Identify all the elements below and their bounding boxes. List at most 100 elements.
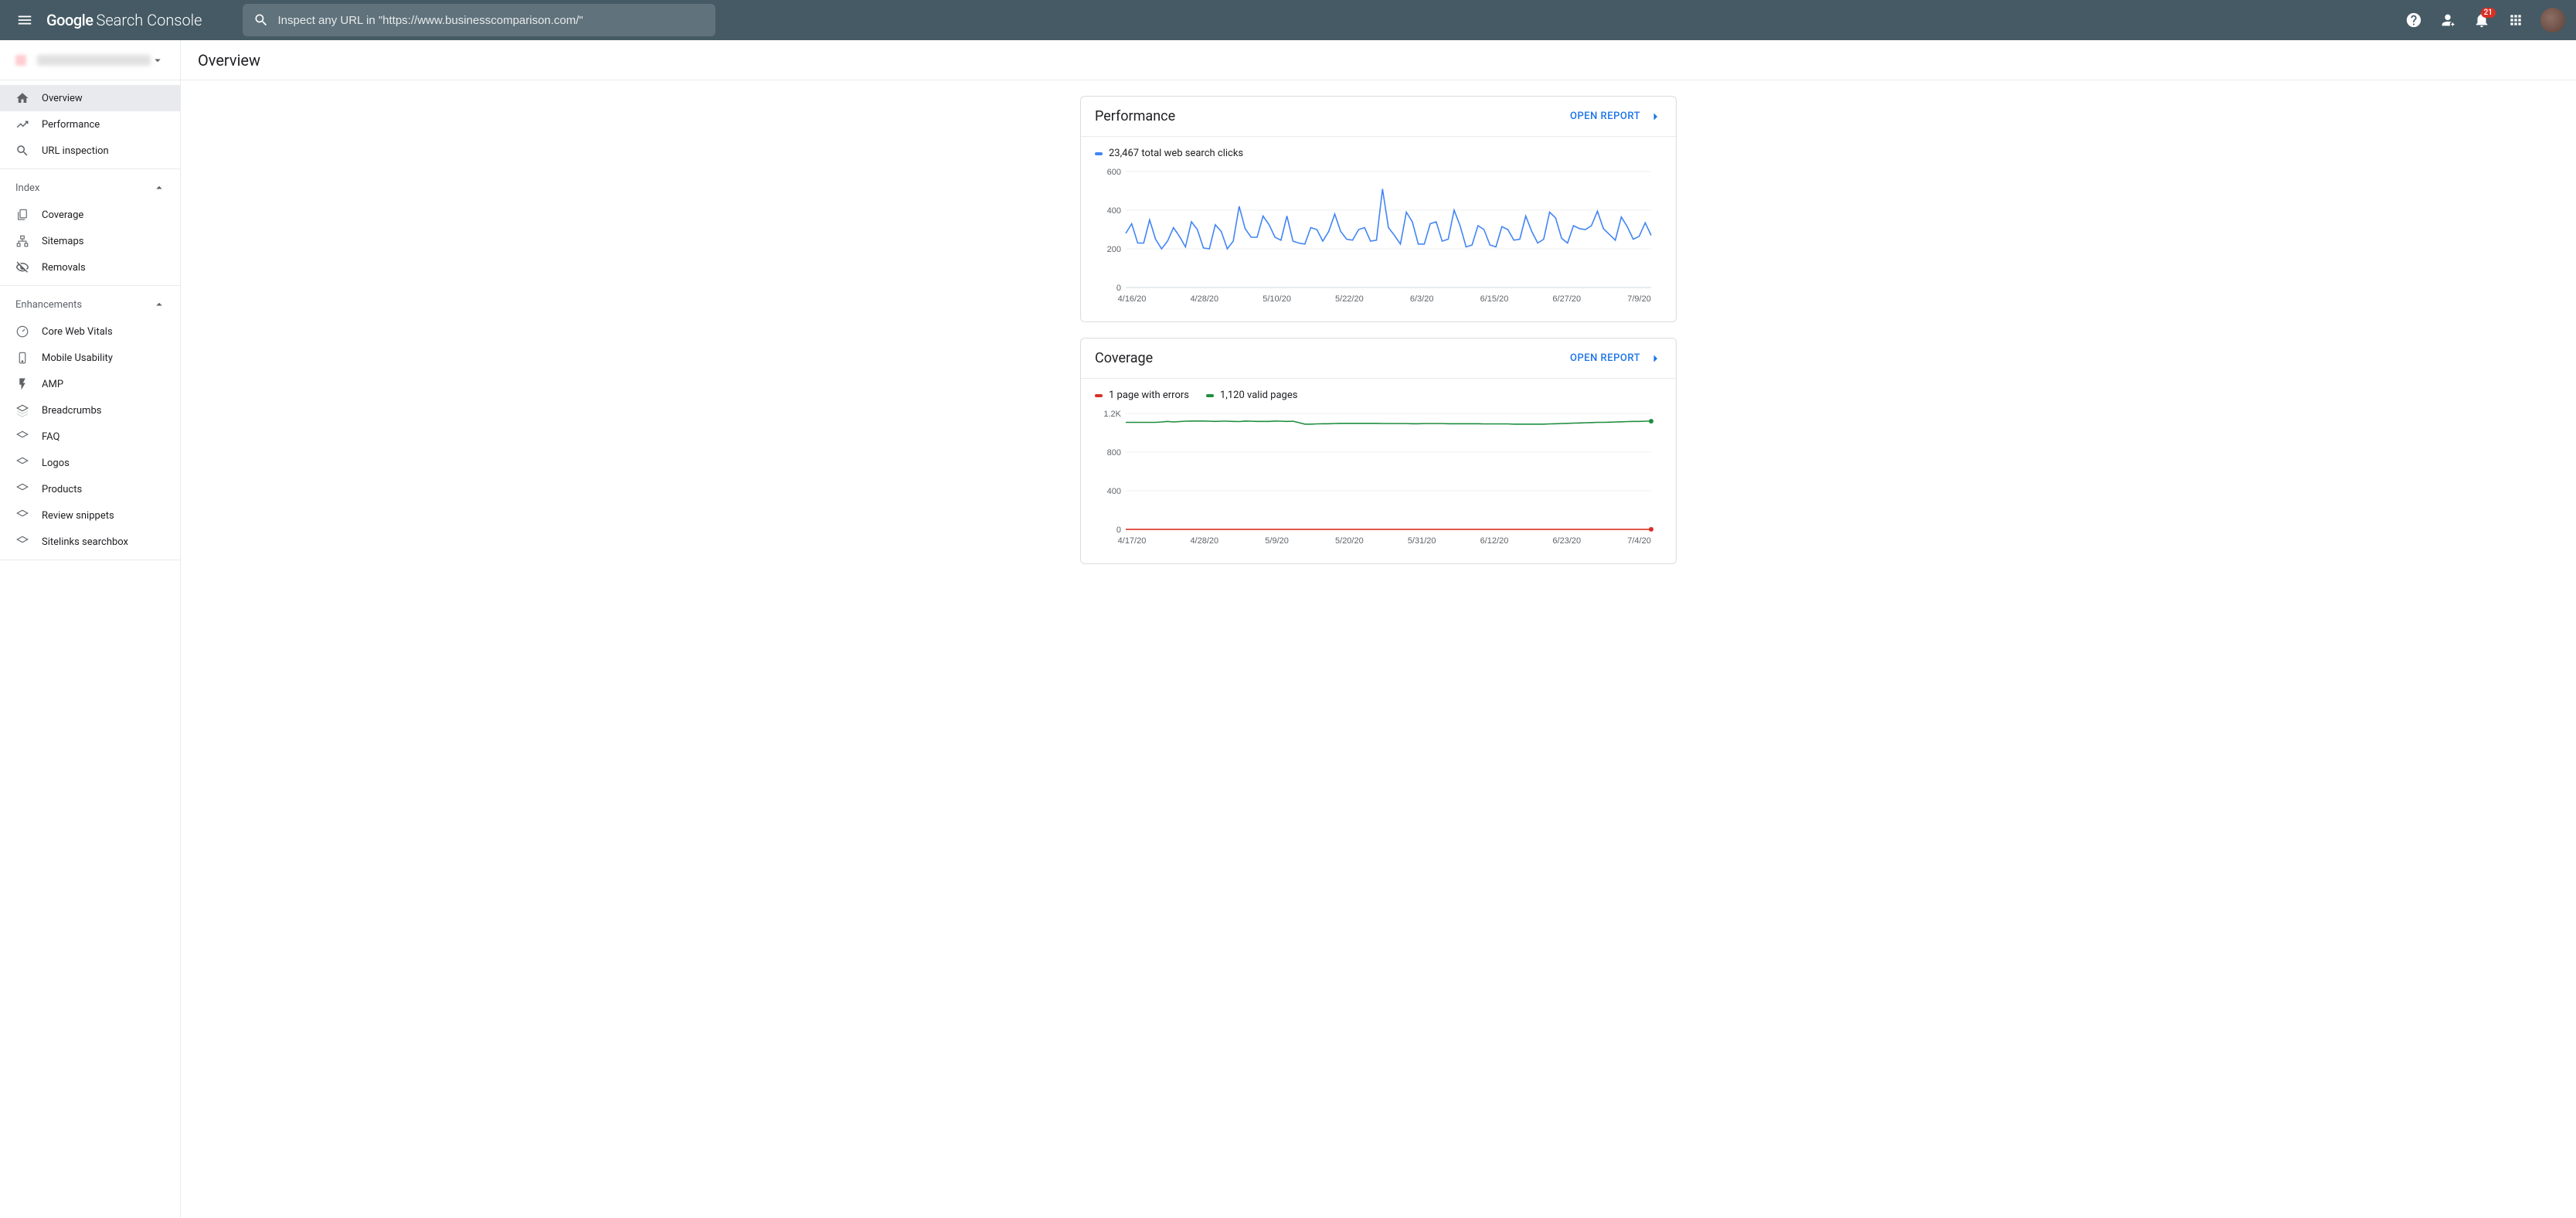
- sidebar-item-sitelinks-searchbox[interactable]: Sitelinks searchbox: [0, 529, 180, 555]
- sidebar-item-amp[interactable]: AMP: [0, 371, 180, 397]
- sidebar-item-sitemaps[interactable]: Sitemaps: [0, 228, 180, 254]
- sidebar-item-core-web-vitals[interactable]: Core Web Vitals: [0, 318, 180, 345]
- help-button[interactable]: [2398, 5, 2429, 36]
- pages-icon: [15, 208, 29, 222]
- legend-text: 23,467 total web search clicks: [1109, 148, 1243, 159]
- svg-text:200: 200: [1107, 245, 1121, 254]
- sidebar-item-label: Sitelinks searchbox: [42, 536, 128, 548]
- layers-icon: [15, 403, 29, 417]
- performance-open-report[interactable]: OPEN REPORT: [1570, 110, 1662, 124]
- section-label: Enhancements: [15, 299, 82, 311]
- layers-icon: [15, 509, 29, 522]
- sidebar-item-url-inspection[interactable]: URL inspection: [0, 138, 180, 164]
- menu-button[interactable]: [6, 2, 43, 39]
- legend-text: 1,120 valid pages: [1220, 390, 1297, 401]
- sidebar-item-breadcrumbs[interactable]: Breadcrumbs: [0, 397, 180, 424]
- svg-text:800: 800: [1107, 448, 1121, 458]
- visibility-off-icon: [15, 260, 29, 274]
- url-inspect-input[interactable]: [278, 14, 705, 27]
- sidebar-item-label: Coverage: [42, 209, 83, 221]
- sidebar-item-coverage[interactable]: Coverage: [0, 202, 180, 228]
- property-selector[interactable]: [0, 40, 180, 80]
- legend-swatch-blue: [1095, 152, 1103, 155]
- coverage-card-title: Coverage: [1095, 350, 1153, 366]
- performance-chart: 02004006004/16/204/28/205/10/205/22/206/…: [1095, 167, 1662, 309]
- sidebar-item-label: Sitemaps: [42, 236, 84, 247]
- svg-text:5/20/20: 5/20/20: [1335, 536, 1364, 546]
- mobile-icon: [15, 351, 29, 365]
- sidebar-section-enhancements[interactable]: Enhancements: [0, 291, 180, 318]
- sidebar-item-label: URL inspection: [42, 145, 109, 157]
- coverage-card: Coverage OPEN REPORT 1 page with errors: [1080, 338, 1677, 564]
- main-content: Overview Performance OPEN REPORT 23,467 …: [181, 40, 2576, 1218]
- chevron-up-icon: [152, 181, 166, 195]
- logo-google-text: Google: [46, 11, 93, 29]
- apps-grid-icon: [2508, 12, 2523, 28]
- bolt-icon: [15, 377, 29, 391]
- svg-text:400: 400: [1107, 206, 1121, 216]
- performance-legend-clicks: 23,467 total web search clicks: [1095, 148, 1243, 159]
- svg-text:6/27/20: 6/27/20: [1552, 294, 1581, 304]
- header-actions: 21: [2398, 5, 2570, 36]
- nav-divider: [0, 285, 180, 286]
- svg-text:6/12/20: 6/12/20: [1480, 536, 1509, 546]
- svg-text:0: 0: [1116, 526, 1121, 535]
- svg-text:1.2K: 1.2K: [1103, 410, 1121, 419]
- chevron-up-icon: [152, 298, 166, 311]
- sidebar-item-label: Review snippets: [42, 510, 114, 522]
- performance-card-title: Performance: [1095, 108, 1175, 124]
- svg-text:4/16/20: 4/16/20: [1118, 294, 1147, 304]
- sidebar-item-label: Removals: [42, 262, 86, 274]
- users-button[interactable]: [2432, 5, 2463, 36]
- svg-text:4/28/20: 4/28/20: [1190, 536, 1218, 546]
- svg-text:7/4/20: 7/4/20: [1627, 536, 1651, 546]
- coverage-chart: 04008001.2K4/17/204/28/205/9/205/20/205/…: [1095, 409, 1662, 551]
- logo-product-text: Search Console: [96, 11, 202, 29]
- section-label: Index: [15, 182, 39, 194]
- sidebar-item-overview[interactable]: Overview: [0, 85, 180, 111]
- sidebar-item-label: Breadcrumbs: [42, 405, 101, 417]
- hamburger-icon: [16, 12, 33, 29]
- sidebar-item-review-snippets[interactable]: Review snippets: [0, 502, 180, 529]
- home-icon: [15, 91, 29, 105]
- layers-icon: [15, 456, 29, 470]
- coverage-open-report[interactable]: OPEN REPORT: [1570, 352, 1662, 366]
- sidebar-item-label: Core Web Vitals: [42, 326, 113, 338]
- svg-text:6/23/20: 6/23/20: [1552, 536, 1581, 546]
- layers-icon: [15, 535, 29, 549]
- legend-swatch-red: [1095, 394, 1103, 397]
- apps-button[interactable]: [2500, 5, 2531, 36]
- sidebar-item-mobile-usability[interactable]: Mobile Usability: [0, 345, 180, 371]
- search-icon: [253, 12, 269, 28]
- svg-text:600: 600: [1107, 168, 1121, 177]
- chevron-right-icon: [1648, 352, 1662, 366]
- sidebar-item-products[interactable]: Products: [0, 476, 180, 502]
- sitemap-icon: [15, 234, 29, 248]
- sidebar-section-index[interactable]: Index: [0, 174, 180, 202]
- property-name-obscured: [37, 55, 151, 66]
- svg-text:5/9/20: 5/9/20: [1265, 536, 1289, 546]
- trend-icon: [15, 117, 29, 131]
- legend-text: 1 page with errors: [1109, 390, 1189, 401]
- nav-divider: [0, 168, 180, 169]
- sidebar-item-removals[interactable]: Removals: [0, 254, 180, 281]
- sidebar-item-faq[interactable]: FAQ: [0, 424, 180, 450]
- url-inspect-searchbar[interactable]: [243, 4, 715, 36]
- manage-users-icon: [2439, 12, 2456, 29]
- open-report-label: OPEN REPORT: [1570, 111, 1640, 122]
- sidebar-item-label: Overview: [42, 93, 83, 104]
- notifications-badge: 21: [2481, 8, 2496, 18]
- svg-text:5/22/20: 5/22/20: [1335, 294, 1364, 304]
- notifications-button[interactable]: 21: [2466, 5, 2497, 36]
- sidebar-item-label: Performance: [42, 119, 100, 131]
- layers-icon: [15, 482, 29, 496]
- property-favicon: [15, 55, 26, 66]
- coverage-legend-valid: 1,120 valid pages: [1206, 390, 1297, 401]
- svg-text:5/10/20: 5/10/20: [1263, 294, 1291, 304]
- sidebar-item-label: Mobile Usability: [42, 352, 113, 364]
- sidebar-item-performance[interactable]: Performance: [0, 111, 180, 138]
- sidebar-item-label: Logos: [42, 458, 70, 469]
- sidebar-item-logos[interactable]: Logos: [0, 450, 180, 476]
- sidebar-item-label: AMP: [42, 379, 63, 390]
- account-avatar[interactable]: [2540, 8, 2565, 32]
